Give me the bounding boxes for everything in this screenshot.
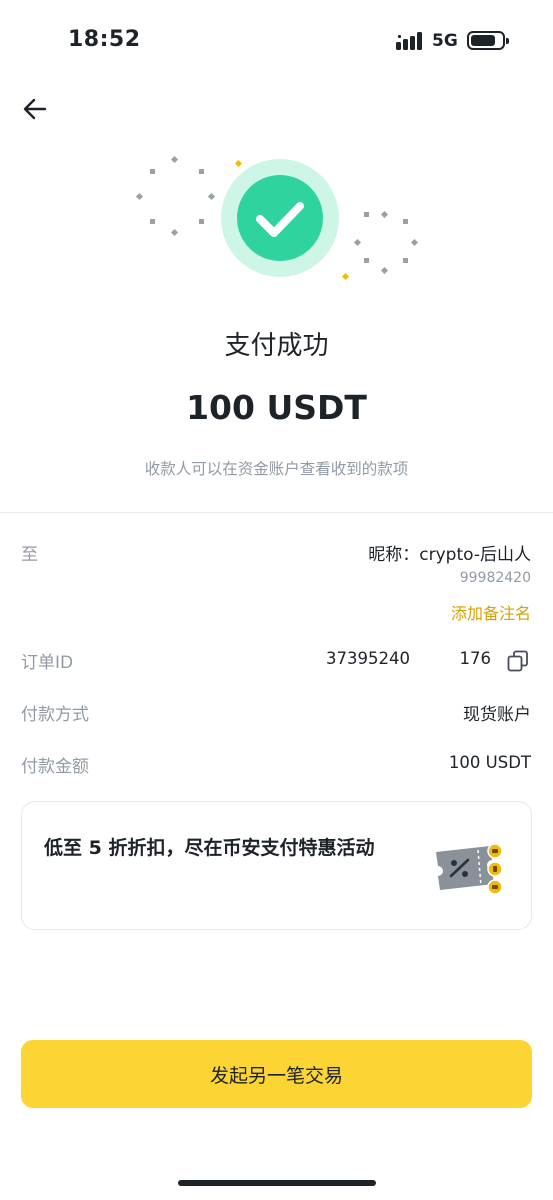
add-remark-link[interactable]: 添加备注名 <box>451 600 531 624</box>
promo-banner[interactable]: 低至 5 折折扣，尽在币安支付特惠活动 <box>21 801 532 930</box>
success-check-icon <box>135 155 419 281</box>
payment-amount-value: 100 USDT <box>448 753 531 772</box>
order-id-label: 订单ID <box>21 653 74 673</box>
copy-icon[interactable] <box>506 649 530 673</box>
new-transaction-button[interactable]: 发起另一笔交易 <box>21 1040 532 1108</box>
recipient-uid: 99982420 <box>459 570 531 586</box>
payment-subtitle: 收款人可以在资金账户查看收到的款项 <box>144 460 409 478</box>
status-time: 18:52 <box>68 27 141 52</box>
payment-amount: 100 USDT <box>186 388 367 427</box>
network-type: 5G <box>432 31 458 51</box>
order-id-value: 37395240 176 <box>326 649 491 668</box>
signal-icon <box>396 32 422 50</box>
payment-amount-label: 付款金额 <box>21 757 89 777</box>
payment-method-value: 现货账户 <box>463 705 531 725</box>
back-arrow-icon[interactable] <box>20 94 50 124</box>
home-indicator <box>178 1180 376 1186</box>
status-bar: 18:52 5G <box>0 0 553 80</box>
recipient-label: 至 <box>21 545 38 565</box>
section-divider <box>0 512 553 513</box>
payment-status-title: 支付成功 <box>224 331 329 361</box>
discount-coupon-icon <box>436 843 503 895</box>
battery-icon <box>467 31 509 50</box>
payment-method-label: 付款方式 <box>21 705 89 725</box>
recipient-nickname: 昵称：crypto-后山人 <box>368 545 531 565</box>
promo-text: 低至 5 折折扣，尽在币安支付特惠活动 <box>44 837 375 859</box>
